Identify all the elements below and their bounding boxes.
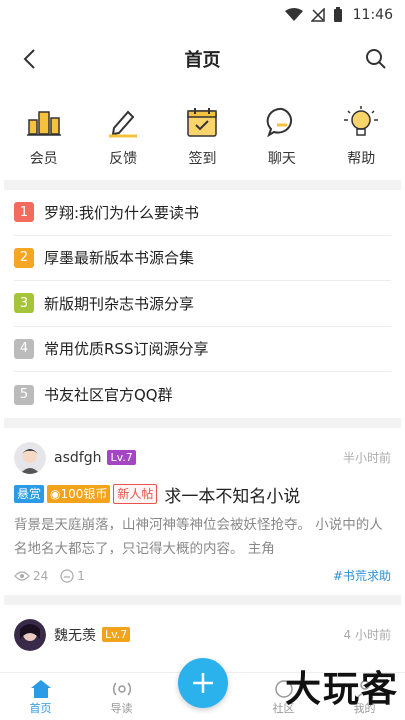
app-header: 首页	[0, 30, 405, 88]
avatar[interactable]	[14, 618, 46, 651]
search-icon	[366, 49, 386, 69]
battery-icon	[333, 7, 342, 22]
nav-guide-label: 导读	[110, 701, 133, 715]
views-count: 24	[14, 569, 48, 583]
notice-number-badge: 5	[14, 384, 34, 405]
chevron-left-icon	[23, 49, 35, 69]
quick-item-chat[interactable]: 聊天	[247, 102, 317, 170]
status-bar: 11:46	[0, 0, 405, 30]
post-card[interactable]: 魏无羡 Lv.7 4 小时前	[0, 605, 405, 655]
level-badge: Lv.7	[102, 627, 131, 642]
quick-label-help: 帮助	[347, 151, 376, 167]
notice-title: 常用优质RSS订阅源分享	[44, 340, 209, 359]
new-user-tag: 新人帖	[113, 484, 158, 504]
notice-title: 厚墨最新版本书源合集	[44, 249, 195, 268]
post-header: 魏无羡 Lv.7 4 小时前	[14, 615, 391, 655]
coin-icon: ◉	[50, 487, 61, 501]
avatar[interactable]	[14, 441, 46, 474]
lightbulb-icon	[341, 102, 381, 142]
page-title: 首页	[184, 50, 221, 71]
nav-home-label: 首页	[29, 701, 52, 715]
quick-actions: 会员 反馈 签到 聊天 帮助	[0, 88, 405, 180]
notice-number-badge: 4	[14, 338, 34, 359]
chat-icon	[262, 102, 302, 142]
bounty-tag: 悬赏	[14, 485, 45, 503]
post-body: 背景是天庭崩落，山神河神等神位会被妖怪抢夺。 小说中的人名地名大都忘了，只记得大…	[14, 516, 383, 557]
status-icons	[284, 7, 343, 23]
plus-icon	[193, 673, 213, 693]
watermark-logo: 大玩客	[284, 668, 399, 710]
comment-icon	[60, 568, 74, 583]
section-divider	[4, 180, 401, 190]
notice-title: 罗翔:我们为什么要读书	[44, 203, 200, 222]
quick-item-help[interactable]: 帮助	[326, 102, 396, 170]
notice-item[interactable]: 4 常用优质RSS订阅源分享	[14, 327, 391, 372]
notice-item[interactable]: 1 罗翔:我们为什么要读书	[14, 190, 391, 236]
wifi-icon	[284, 8, 303, 21]
eye-icon	[14, 570, 30, 581]
broadcast-icon	[110, 678, 134, 700]
notice-title: 新版期刊杂志书源分享	[44, 294, 195, 313]
notice-number-badge: 3	[14, 293, 34, 314]
quick-item-checkin[interactable]: 签到	[167, 102, 237, 170]
coin-amount: 100银币	[60, 487, 108, 501]
vip-icon	[24, 102, 64, 142]
coin-tag: ◉100银币	[47, 485, 111, 503]
quick-label-vip: 会员	[29, 151, 58, 167]
notice-item[interactable]: 2 厚墨最新版本书源合集	[14, 236, 391, 281]
search-button[interactable]	[361, 44, 391, 74]
section-divider	[4, 417, 401, 428]
notice-item[interactable]: 5 书友社区官方QQ群	[14, 372, 391, 418]
level-badge: Lv.7	[107, 450, 136, 465]
post-title-row: 悬赏 ◉100银币 新人帖 求一本不知名小说	[14, 482, 391, 507]
quick-label-chat: 聊天	[267, 151, 296, 167]
quick-label-feedback: 反馈	[109, 151, 138, 167]
views-value: 24	[33, 568, 49, 583]
nav-guide[interactable]: 导读	[92, 678, 152, 716]
back-button[interactable]	[14, 44, 44, 74]
username[interactable]: asdfgh	[54, 450, 101, 466]
comments-value: 1	[77, 568, 85, 583]
comments-count[interactable]: 1	[60, 569, 85, 583]
status-time: 11:46	[352, 7, 393, 23]
quick-item-vip[interactable]: 会员	[9, 102, 79, 170]
notice-number-badge: 1	[14, 202, 34, 223]
edit-icon	[103, 102, 143, 142]
quick-item-feedback[interactable]: 反馈	[88, 102, 158, 170]
notice-item[interactable]: 3 新版期刊杂志书源分享	[14, 281, 391, 327]
notice-list: 1 罗翔:我们为什么要读书 2 厚墨最新版本书源合集 3 新版期刊杂志书源分享 …	[0, 190, 405, 418]
username[interactable]: 魏无羡	[54, 625, 96, 645]
notice-number-badge: 2	[14, 247, 34, 268]
post-card[interactable]: asdfgh Lv.7 半小时前 悬赏 ◉100银币 新人帖 求一本不知名小说 …	[0, 428, 405, 591]
post-title: 求一本不知名小说	[164, 486, 301, 507]
quick-label-checkin: 签到	[188, 151, 217, 167]
compose-fab-button[interactable]	[178, 658, 228, 708]
topic-link[interactable]: #书荒求助	[333, 567, 391, 584]
post-header: asdfgh Lv.7 半小时前	[14, 438, 391, 478]
notice-title: 书友社区官方QQ群	[44, 386, 173, 405]
post-meta: 24 1 #书荒求助	[14, 561, 391, 591]
home-icon	[29, 678, 53, 700]
no-signal-icon	[310, 8, 325, 22]
nav-home[interactable]: 首页	[11, 678, 71, 716]
post-time: 4 小时前	[343, 628, 391, 642]
calendar-check-icon	[182, 102, 222, 142]
post-time: 半小时前	[342, 451, 391, 465]
section-divider	[4, 594, 401, 605]
